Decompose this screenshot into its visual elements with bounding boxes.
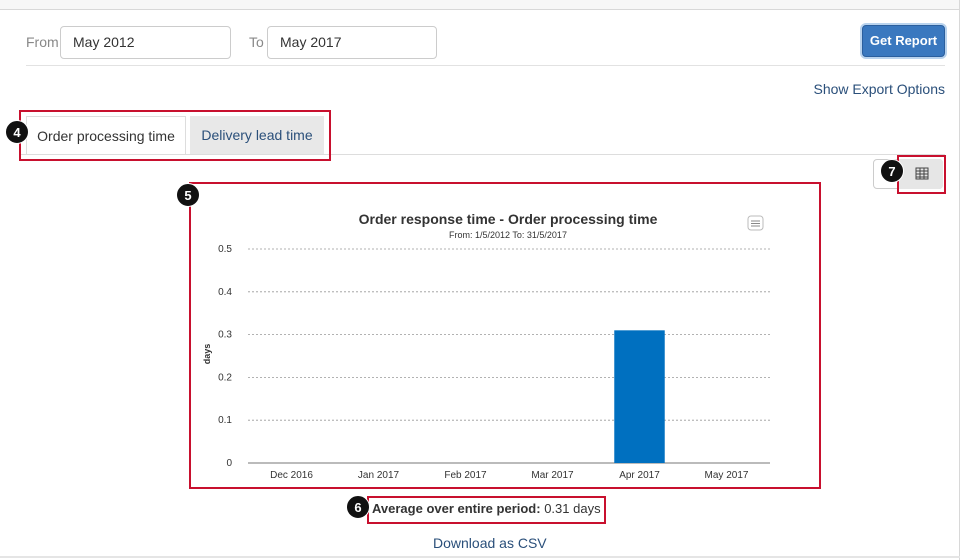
annotation-badge-7: 7: [880, 159, 904, 183]
get-report-button[interactable]: Get Report: [862, 25, 945, 57]
tabs-highlight-box: [19, 110, 331, 161]
annotation-badge-6: 6: [346, 495, 370, 519]
divider: [26, 65, 945, 66]
view-toggle-highlight-box: [897, 155, 946, 194]
average-highlight-box: [367, 496, 606, 524]
annotation-badge-5: 5: [176, 183, 200, 207]
panel-edge: [959, 0, 960, 560]
to-date-input[interactable]: May 2017: [267, 26, 437, 59]
annotation-badge-4: 4: [5, 120, 29, 144]
from-date-input[interactable]: May 2012: [60, 26, 231, 59]
show-export-options-link[interactable]: Show Export Options: [813, 81, 945, 97]
from-label: From: [26, 34, 59, 50]
chart-highlight-box: [189, 182, 821, 489]
bottom-divider: [0, 556, 960, 558]
top-bar: [0, 0, 960, 10]
to-label: To: [249, 34, 264, 50]
download-csv-link[interactable]: Download as CSV: [433, 535, 547, 551]
